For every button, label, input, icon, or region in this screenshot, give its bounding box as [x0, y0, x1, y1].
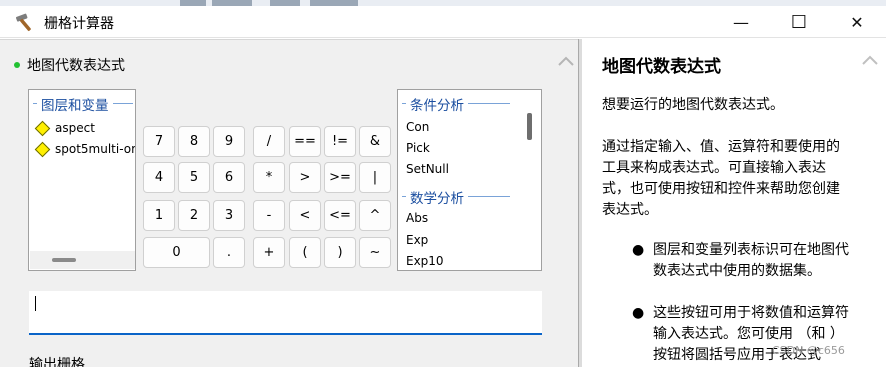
chevron-up-icon[interactable]	[861, 53, 879, 67]
function-item-exp10[interactable]: Exp10	[406, 254, 444, 268]
calc-button-9[interactable]: 9	[213, 126, 245, 157]
expression-input[interactable]	[29, 291, 542, 335]
close-button[interactable]: ✕	[834, 6, 880, 38]
bullet-icon: ●	[632, 305, 645, 321]
calc-button-6[interactable]: 6	[213, 162, 245, 193]
calc-button-3[interactable]: 3	[213, 200, 245, 231]
close-icon: ✕	[850, 12, 864, 32]
calc-button-and[interactable]: &	[359, 126, 391, 157]
function-item-con[interactable]: Con	[406, 120, 429, 134]
calc-button-not-equal[interactable]: !=	[324, 126, 356, 157]
help-paragraph-1: 想要运行的地图代数表达式。	[602, 97, 784, 113]
function-item-abs[interactable]: Abs	[406, 211, 428, 225]
calc-button-0[interactable]: 0	[143, 237, 210, 268]
window-title: 栅格计算器	[44, 16, 114, 32]
calc-button-less-equal[interactable]: <=	[324, 200, 356, 231]
calc-button-open-paren[interactable]: (	[289, 237, 321, 268]
layer-item-aspect[interactable]: aspect	[34, 120, 95, 136]
math-section-title: 数学分析	[406, 187, 468, 207]
maximize-icon: ☐	[790, 11, 808, 33]
calc-button-4[interactable]: 4	[143, 162, 175, 193]
layers-group-title: 图层和变量	[37, 94, 113, 114]
calc-button-or[interactable]: |	[359, 162, 391, 193]
tools-function-list[interactable]: 条件分析 Con Pick SetNull 数学分析 Abs Exp Exp10	[397, 89, 542, 271]
layer-diamond-icon	[34, 141, 51, 157]
help-pane: 地图代数表达式 想要运行的地图代数表达式。 通过指定输入、值、运算符和要使用的工…	[582, 39, 886, 367]
help-paragraph-2: 通过指定输入、值、运算符和要使用的工具来构成表达式。可直接输入表达式，也可使用按…	[602, 139, 840, 218]
calc-button-2[interactable]: 2	[178, 200, 210, 231]
scrollbar-thumb[interactable]	[52, 258, 76, 262]
conditional-section-title: 条件分析	[406, 94, 468, 114]
expression-section-label: 地图代数表达式	[14, 55, 125, 75]
calc-button-divide[interactable]: /	[253, 126, 285, 157]
calc-button-plus[interactable]: +	[253, 237, 285, 268]
calc-button-less[interactable]: <	[289, 200, 321, 231]
calc-button-equal[interactable]: ==	[289, 126, 321, 157]
calc-button-5[interactable]: 5	[178, 162, 210, 193]
calc-button-1[interactable]: 1	[143, 200, 175, 231]
title-bar: 栅格计算器 — ☐ ✕	[0, 6, 886, 38]
help-title: 地图代数表达式	[602, 57, 721, 77]
watermark: CSDN @c656	[772, 344, 845, 357]
calc-button-8[interactable]: 8	[178, 126, 210, 157]
chevron-up-icon[interactable]	[557, 54, 575, 68]
vertical-scrollbar-thumb[interactable]	[527, 113, 532, 140]
minimize-icon: —	[733, 12, 749, 32]
minimize-button[interactable]: —	[718, 6, 764, 38]
layer-diamond-icon	[34, 120, 51, 136]
function-item-pick[interactable]: Pick	[406, 141, 430, 155]
maximize-button[interactable]: ☐	[776, 6, 822, 38]
status-dot-icon	[14, 62, 20, 68]
calc-button-decimal[interactable]: .	[213, 237, 245, 268]
output-raster-label: 输出栅格	[29, 357, 85, 367]
tool-parameters-pane: 地图代数表达式 图层和变量 aspect spot5multi-orth 7 8…	[0, 39, 578, 367]
calc-button-minus[interactable]: -	[253, 200, 285, 231]
calc-button-close-paren[interactable]: )	[324, 237, 356, 268]
calc-button-multiply[interactable]: *	[253, 162, 285, 193]
function-item-setnull[interactable]: SetNull	[406, 162, 449, 176]
hammer-icon	[15, 13, 31, 32]
text-caret	[35, 296, 36, 311]
calc-button-xor[interactable]: ^	[359, 200, 391, 231]
bullet-icon: ●	[632, 242, 645, 258]
layers-variables-list[interactable]: 图层和变量 aspect spot5multi-orth	[28, 89, 136, 271]
calc-button-greater[interactable]: >	[289, 162, 321, 193]
horizontal-scrollbar[interactable]	[30, 251, 135, 269]
help-bullet-1: 图层和变量列表标识可在地图代数表达式中使用的数据集。	[653, 242, 849, 279]
calc-button-greater-equal[interactable]: >=	[324, 162, 356, 193]
calc-button-not[interactable]: ~	[359, 237, 391, 268]
calc-button-7[interactable]: 7	[143, 126, 175, 157]
function-item-exp[interactable]: Exp	[406, 233, 428, 247]
layer-item-spot5[interactable]: spot5multi-orth	[34, 141, 135, 157]
